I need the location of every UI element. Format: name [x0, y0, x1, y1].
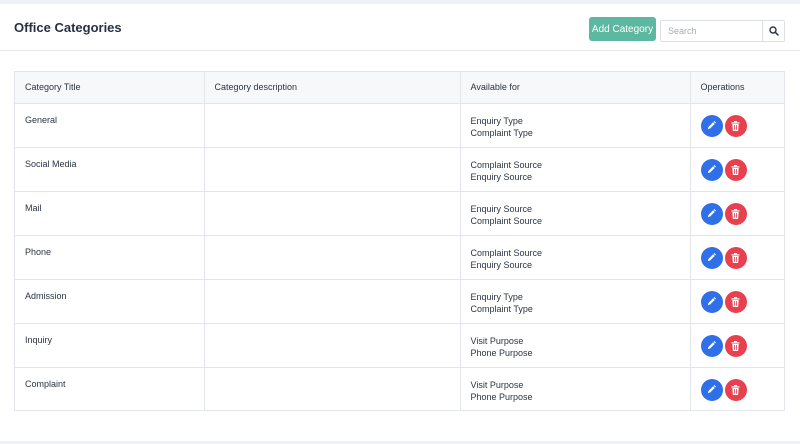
categories-table: Category Title Category description Avai…: [14, 71, 785, 411]
page-header: Office Categories Add Category: [0, 4, 800, 51]
category-description-cell: [204, 279, 461, 323]
category-title-cell: General: [15, 103, 205, 147]
available-for-item: Enquiry Type: [470, 291, 523, 302]
available-for-item: Enquiry Source: [470, 259, 533, 270]
operations-cell: [690, 367, 784, 411]
category-description-cell: [204, 147, 461, 191]
available-for-cell: Enquiry Type Complaint Type: [460, 103, 691, 147]
column-header-operations: Operations: [690, 72, 784, 104]
delete-button[interactable]: [724, 158, 747, 181]
trash-icon: [731, 252, 740, 263]
available-for-item: Visit Purpose: [470, 379, 524, 390]
column-header-available-for: Available for: [460, 72, 691, 104]
available-for-cell: Complaint Source Enquiry Source: [460, 235, 691, 279]
available-for-item: Complaint Type: [470, 303, 533, 314]
available-for-item: Enquiry Source: [470, 203, 533, 214]
available-for-cell: Visit Purpose Phone Purpose: [460, 367, 691, 411]
table-row: Admission Enquiry Type Complaint Type: [15, 279, 784, 323]
trash-icon: [731, 164, 740, 175]
available-for-item: Complaint Source: [470, 247, 543, 258]
available-for-item: Visit Purpose: [470, 335, 524, 346]
category-title-cell: Admission: [15, 279, 205, 323]
delete-button[interactable]: [724, 246, 747, 269]
available-for-cell: Visit Purpose Phone Purpose: [460, 323, 691, 367]
trash-icon: [731, 340, 740, 351]
operations-cell: [690, 147, 784, 191]
delete-button[interactable]: [724, 202, 747, 225]
operations-cell: [690, 103, 784, 147]
edit-button[interactable]: [700, 378, 723, 401]
trash-icon: [731, 384, 740, 395]
operations-cell: [690, 279, 784, 323]
page-title: Office Categories: [14, 20, 122, 35]
pencil-icon: [707, 165, 716, 174]
available-for-item: Complaint Type: [470, 127, 533, 138]
trash-icon: [731, 296, 740, 307]
operations-cell: [690, 323, 784, 367]
table-body: General Enquiry Type Complaint Type Social …: [15, 103, 784, 411]
available-for-item: Phone Purpose: [470, 391, 533, 402]
category-description-cell: [204, 235, 461, 279]
category-title-cell: Complaint: [15, 367, 205, 411]
operations-cell: [690, 235, 784, 279]
pencil-icon: [707, 253, 716, 262]
search-button[interactable]: [762, 21, 785, 41]
table-row: Social Media Complaint Source Enquiry Sour…: [15, 147, 784, 191]
available-for-item: Enquiry Source: [470, 171, 533, 182]
table-row: General Enquiry Type Complaint Type: [15, 103, 784, 147]
column-header-description: Category description: [204, 72, 461, 104]
category-title-cell: Mail: [15, 191, 205, 235]
edit-button[interactable]: [700, 158, 723, 181]
edit-button[interactable]: [700, 114, 723, 137]
edit-button[interactable]: [700, 290, 723, 313]
page-container: Office Categories Add Category Catego: [0, 4, 800, 441]
category-description-cell: [204, 367, 461, 411]
available-for-cell: Complaint Source Enquiry Source: [460, 147, 691, 191]
available-for-cell: Enquiry Type Complaint Type: [460, 279, 691, 323]
available-for-item: Phone Purpose: [470, 347, 533, 358]
table-row: Complaint Visit Purpose Phone Purpose: [15, 367, 784, 411]
search-input[interactable]: [661, 21, 761, 41]
pencil-icon: [707, 341, 716, 350]
edit-button[interactable]: [700, 334, 723, 357]
category-title-cell: Phone: [15, 235, 205, 279]
table-header-row: Category Title Category description Avai…: [15, 72, 784, 104]
category-description-cell: [204, 191, 461, 235]
available-for-item: Complaint Source: [470, 215, 543, 226]
delete-button[interactable]: [724, 334, 747, 357]
search-box: [660, 20, 785, 42]
table-row: Phone Complaint Source Enquiry Source: [15, 235, 784, 279]
pencil-icon: [707, 385, 716, 394]
available-for-item: Enquiry Type: [470, 115, 523, 126]
trash-icon: [731, 208, 740, 219]
pencil-icon: [707, 297, 716, 306]
category-description-cell: [204, 103, 461, 147]
operations-cell: [690, 191, 784, 235]
edit-button[interactable]: [700, 246, 723, 269]
pencil-icon: [707, 209, 716, 218]
category-title-cell: Inquiry: [15, 323, 205, 367]
category-title-cell: Social Media: [15, 147, 205, 191]
delete-button[interactable]: [724, 114, 747, 137]
table-row: Mail Enquiry Source Complaint Source: [15, 191, 784, 235]
add-category-button[interactable]: Add Category: [589, 17, 656, 41]
edit-button[interactable]: [700, 202, 723, 225]
table-row: Inquiry Visit Purpose Phone Purpose: [15, 323, 784, 367]
delete-button[interactable]: [724, 378, 747, 401]
trash-icon: [731, 120, 740, 131]
delete-button[interactable]: [724, 290, 747, 313]
pencil-icon: [707, 121, 716, 130]
category-description-cell: [204, 323, 461, 367]
available-for-item: Complaint Source: [470, 159, 543, 170]
search-icon: [769, 26, 779, 36]
available-for-cell: Enquiry Source Complaint Source: [460, 191, 691, 235]
column-header-title: Category Title: [15, 72, 205, 104]
